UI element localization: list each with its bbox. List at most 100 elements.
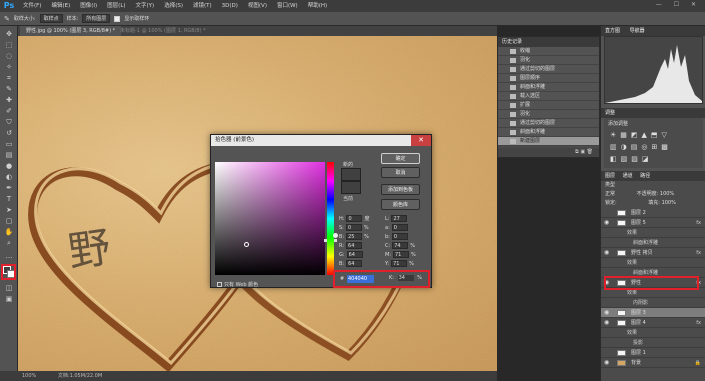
- history-item[interactable]: 扩展: [498, 101, 599, 110]
- hue-slider-arrow[interactable]: [324, 239, 337, 242]
- tab-active-document[interactable]: 野性.jpg @ 100% (图层 3, RGB/8#) *: [20, 26, 122, 36]
- layer-row[interactable]: ◉ 图层 5 fx: [601, 218, 705, 228]
- current-color-swatch[interactable]: [341, 181, 361, 194]
- gradient-tool-icon[interactable]: ▤: [4, 151, 14, 160]
- menu-item[interactable]: 编辑(E): [46, 0, 75, 12]
- menu-item[interactable]: 图像(I): [75, 0, 102, 12]
- field-input[interactable]: 0: [391, 224, 408, 231]
- ok-button[interactable]: 确定: [381, 153, 420, 164]
- window-controls[interactable]: — ☐ ✕: [656, 1, 701, 8]
- menu-item[interactable]: 文字(Y): [131, 0, 160, 12]
- history-item[interactable]: 收缩: [498, 47, 599, 56]
- menu-item[interactable]: 3D(D): [217, 0, 243, 12]
- field-input[interactable]: 0: [391, 233, 408, 240]
- fill-value[interactable]: 100%: [662, 200, 676, 206]
- layer-row[interactable]: 图层 1: [601, 348, 705, 358]
- menu-item[interactable]: 窗口(W): [272, 0, 303, 12]
- tab-adjustments[interactable]: 调整: [605, 110, 615, 116]
- zoom-tool-icon[interactable]: ⌕: [4, 239, 14, 248]
- field-input[interactable]: 64: [346, 260, 363, 267]
- hue-slider[interactable]: [324, 162, 337, 275]
- eyedropper-tool-icon[interactable]: ✎: [4, 15, 10, 23]
- field-input[interactable]: 0: [345, 224, 362, 231]
- dodge-tool-icon[interactable]: ◐: [4, 173, 14, 182]
- history-brush-icon[interactable]: ↺: [4, 129, 14, 138]
- visibility-eye-icon[interactable]: ◉: [604, 308, 609, 318]
- type-tool-icon[interactable]: T: [4, 195, 14, 204]
- layer-row[interactable]: 投影: [601, 338, 705, 348]
- eyedropper-icon[interactable]: ✎: [4, 85, 14, 94]
- color-libraries-button[interactable]: 颜色库: [381, 199, 420, 210]
- eraser-tool-icon[interactable]: ▭: [4, 140, 14, 149]
- quick-select-tool-icon[interactable]: ✧: [4, 63, 14, 72]
- stamp-tool-icon[interactable]: ⛉: [4, 118, 14, 127]
- brush-tool-icon[interactable]: ✐: [4, 107, 14, 116]
- k-value[interactable]: 34: [397, 275, 414, 281]
- field-input[interactable]: 74: [392, 242, 409, 249]
- saturation-brightness-field[interactable]: [215, 162, 325, 275]
- menu-item[interactable]: 文件(F): [18, 0, 46, 12]
- history-item[interactable]: 斜面和浮雕: [498, 83, 599, 92]
- brightness-radio[interactable]: [333, 233, 338, 238]
- tab-layers[interactable]: 图层: [605, 173, 615, 179]
- add-to-swatches-button[interactable]: 添加到色板: [381, 184, 420, 195]
- layer-row[interactable]: ◉ 背景 🔒: [601, 358, 705, 368]
- menu-item[interactable]: 图层(L): [102, 0, 130, 12]
- hand-tool-icon[interactable]: ✋: [4, 228, 14, 237]
- field-input[interactable]: 25: [346, 233, 363, 240]
- fx-icon[interactable]: fx: [696, 248, 701, 258]
- menu-item[interactable]: 滤镜(T): [188, 0, 217, 12]
- history-item[interactable]: 载入选区: [498, 92, 599, 101]
- web-only-checkbox[interactable]: [217, 282, 222, 287]
- field-input[interactable]: 0: [346, 215, 363, 222]
- opacity-value[interactable]: 100%: [660, 191, 674, 197]
- screen-mode-icon[interactable]: ▣: [4, 295, 14, 304]
- layer-row[interactable]: 斜面和浮雕: [601, 238, 705, 248]
- crop-tool-icon[interactable]: ⌗: [4, 74, 14, 83]
- history-item[interactable]: 羽化: [498, 110, 599, 119]
- layer-kind-select[interactable]: 类型: [605, 182, 615, 188]
- history-item[interactable]: 通过剪切的图层: [498, 119, 599, 128]
- tab-channels[interactable]: 通道: [623, 173, 633, 179]
- field-input[interactable]: 71: [393, 251, 409, 258]
- visibility-eye-icon[interactable]: ◉: [604, 218, 609, 228]
- menu-item[interactable]: 视图(V): [243, 0, 272, 12]
- field-input[interactable]: 64: [346, 242, 363, 249]
- color-picker-ring[interactable]: [244, 242, 249, 247]
- path-select-tool-icon[interactable]: ➤: [4, 206, 14, 215]
- field-input[interactable]: 27: [391, 215, 408, 222]
- blend-mode-select[interactable]: 正常: [605, 191, 615, 197]
- history-panel-title[interactable]: 历史记录: [498, 37, 599, 47]
- history-item[interactable]: 新建图层: [498, 137, 599, 146]
- tab-histogram[interactable]: 直方图: [605, 28, 620, 34]
- history-item[interactable]: 羽化: [498, 56, 599, 65]
- healing-tool-icon[interactable]: ✚: [4, 96, 14, 105]
- new-doc-icon[interactable]: ▣: [580, 149, 585, 155]
- more-tools-icon[interactable]: …: [4, 252, 14, 261]
- menu-item[interactable]: 帮助(H): [303, 0, 332, 12]
- cancel-button[interactable]: 取消: [381, 167, 420, 178]
- sample-select[interactable]: 所有图层: [82, 14, 111, 23]
- show-ring-checkbox[interactable]: [114, 15, 121, 22]
- close-icon[interactable]: ✕: [411, 135, 431, 146]
- fx-icon[interactable]: fx: [696, 318, 701, 328]
- history-item[interactable]: 图层顺序: [498, 74, 599, 83]
- hex-input[interactable]: 404040: [347, 275, 374, 283]
- lasso-tool-icon[interactable]: ◌: [4, 52, 14, 61]
- layer-row[interactable]: ◉ 野性 拷贝 fx: [601, 248, 705, 258]
- move-tool-icon[interactable]: ✥: [4, 30, 14, 39]
- field-input[interactable]: 64: [346, 251, 363, 258]
- layer-row[interactable]: 内阴影: [601, 298, 705, 308]
- pen-tool-icon[interactable]: ✒: [4, 184, 14, 193]
- tab-inactive-document[interactable]: 未标题-1 @ 100% (图层 1, RGB/8) *: [120, 26, 206, 36]
- adjustment-icons[interactable]: ☀▦◩▲⬒▽ ▥◑▤◎⊞▩ ◧▧▨◪: [604, 129, 703, 165]
- field-input[interactable]: 71: [391, 260, 408, 267]
- tab-navigator[interactable]: 导航器: [630, 28, 645, 34]
- sample-size-select[interactable]: 取样点: [39, 14, 63, 23]
- shape-tool-icon[interactable]: ▢: [4, 217, 14, 226]
- tab-paths[interactable]: 路径: [640, 173, 650, 179]
- visibility-eye-icon[interactable]: ◉: [604, 248, 609, 258]
- fx-icon[interactable]: fx: [696, 218, 701, 228]
- visibility-eye-icon[interactable]: ◉: [604, 318, 609, 328]
- history-item[interactable]: 斜面和浮雕: [498, 128, 599, 137]
